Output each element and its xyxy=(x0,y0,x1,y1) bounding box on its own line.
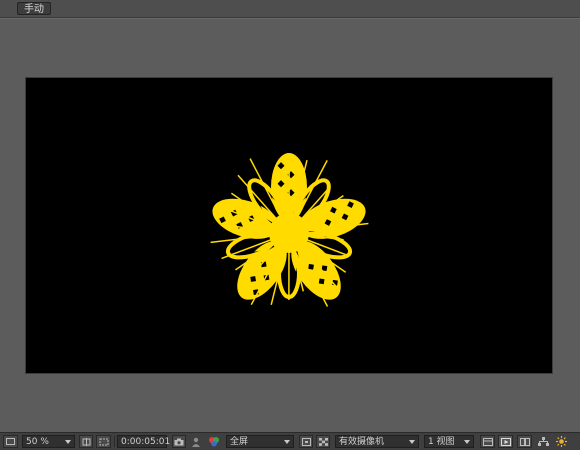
zoom-value: 50 % xyxy=(26,437,49,447)
snapshot-icon[interactable] xyxy=(172,435,186,448)
show-snapshot-icon[interactable] xyxy=(190,435,202,448)
fast-previews-icon[interactable] xyxy=(498,435,513,448)
view-layout-value: 1 视图 xyxy=(428,437,455,447)
resolution-dropdown[interactable]: 全屏 xyxy=(226,435,294,448)
transparency-grid-icon[interactable] xyxy=(316,435,330,448)
toggle-view-icon[interactable] xyxy=(517,435,532,448)
petal-hole xyxy=(308,263,314,270)
viewer-status-bar: 50 % 0:00:05:01 全屏 有效摄像机 1 视图 xyxy=(0,432,580,450)
camera-value: 有效摄像机 xyxy=(339,437,385,447)
fast-preview-icon[interactable] xyxy=(299,435,313,448)
petal-hole xyxy=(250,276,256,282)
petal-hole xyxy=(318,278,325,285)
always-preview-icon[interactable] xyxy=(3,435,18,448)
composition-viewer xyxy=(0,18,580,433)
yellow-flower-graphic xyxy=(210,153,369,307)
manual-tab-button[interactable]: 手动 xyxy=(17,2,51,15)
region-of-interest-icon[interactable] xyxy=(96,435,111,448)
resolution-icon[interactable] xyxy=(79,435,93,448)
zoom-dropdown[interactable]: 50 % xyxy=(22,435,75,448)
viewer-top-strip: 手动 xyxy=(0,0,580,18)
exposure-icon[interactable] xyxy=(554,435,568,448)
view-layout-dropdown[interactable]: 1 视图 xyxy=(424,435,474,448)
color-channels-icon[interactable] xyxy=(206,435,222,448)
timecode-value: 0:00:05:01 xyxy=(121,437,171,447)
resolution-value: 全屏 xyxy=(230,437,249,447)
toggle-pixel-aspect-icon[interactable] xyxy=(480,435,495,448)
camera-dropdown[interactable]: 有效摄像机 xyxy=(335,435,419,448)
composition-canvas[interactable] xyxy=(26,78,552,373)
flowchart-icon[interactable] xyxy=(536,435,550,448)
timecode-display[interactable]: 0:00:05:01 xyxy=(117,435,171,448)
